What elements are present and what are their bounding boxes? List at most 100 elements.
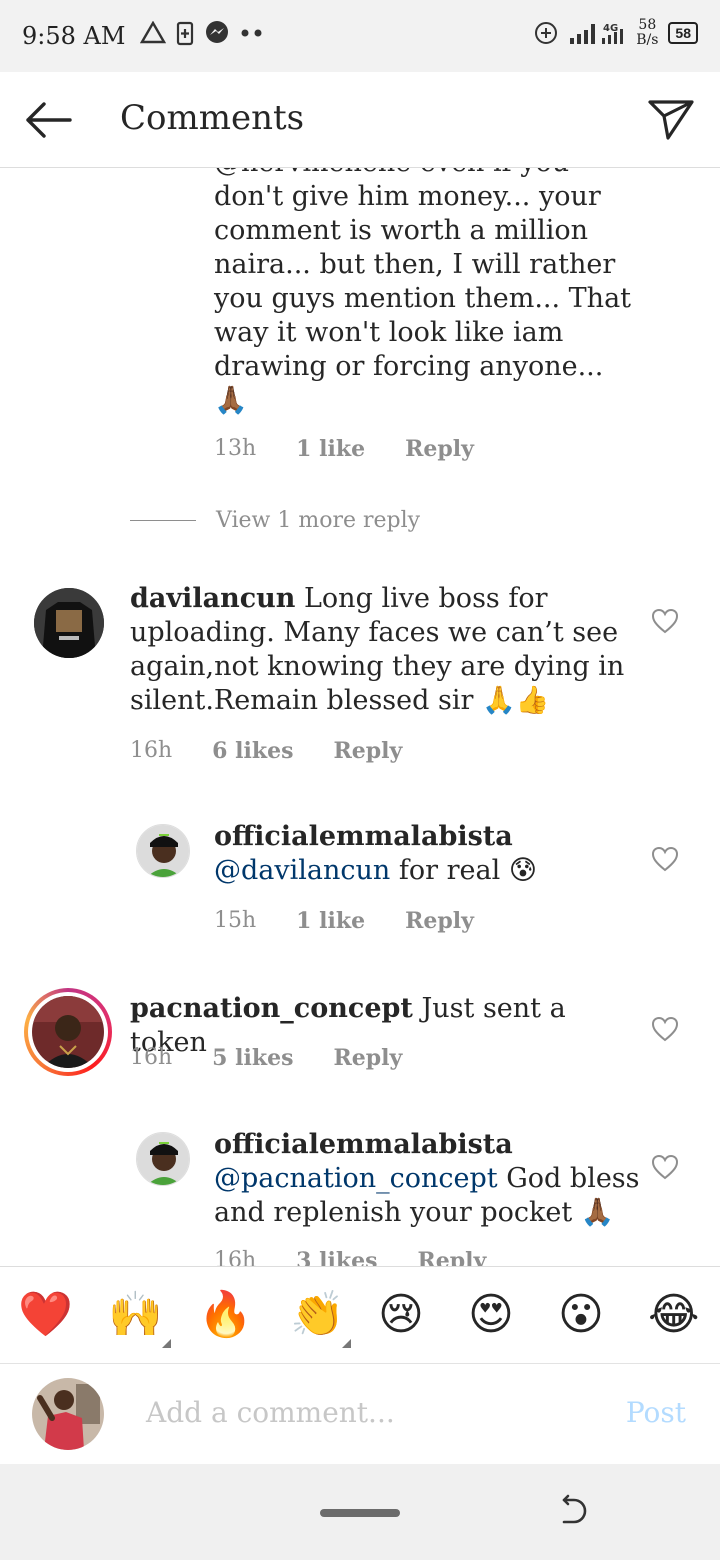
comment-meta: 16h 5 likes Reply	[130, 1045, 402, 1071]
comment-line: way it won't look like iam	[214, 317, 564, 348]
reply-button[interactable]: Reply	[405, 436, 474, 462]
emoji-quick-bar: ❤️ 🙌 🔥 👏 😢 😍 😮 😂	[0, 1266, 720, 1364]
messenger-icon	[206, 21, 228, 43]
heart-outline-icon[interactable]	[651, 1154, 679, 1180]
comment-username[interactable]: officialemmalabista	[214, 1128, 644, 1162]
more-dots-icon	[241, 29, 262, 37]
triangle-icon	[342, 1339, 351, 1348]
comment-likes[interactable]: 3 likes	[296, 1248, 377, 1266]
network-speed: 58 B/s	[636, 18, 658, 48]
comment-time: 15h	[214, 908, 257, 933]
comment-meta: 16h 6 likes Reply	[130, 738, 402, 764]
avatar-image	[32, 996, 104, 1068]
comment-emoji: 🙏👍	[482, 685, 550, 716]
network-speed-unit: B/s	[636, 32, 659, 48]
network-speed-value: 58	[638, 17, 657, 33]
emoji-raised-hands-button[interactable]: 🙌	[108, 1289, 163, 1341]
comment-likes[interactable]: 1 like	[296, 908, 365, 934]
comment-line: drawing or forcing anyone...	[214, 351, 604, 382]
avatar-image	[137, 825, 189, 877]
avatar[interactable]	[34, 588, 104, 658]
status-notification-icons	[140, 20, 264, 46]
comment-line: for real	[398, 855, 501, 886]
comment-line: silent.Remain blessed sir	[130, 685, 474, 716]
page-title: Comments	[120, 98, 305, 138]
comment-time: 16h	[130, 738, 173, 763]
comment-time: 16h	[214, 1248, 257, 1266]
avatar-ring-gap	[28, 992, 108, 1072]
emoji-heart-eyes-button[interactable]: 😍	[468, 1289, 514, 1341]
comment-partial-line: @nervinenene even if you	[214, 168, 674, 180]
heart-outline-icon[interactable]	[651, 846, 679, 872]
comment-likes[interactable]: 5 likes	[212, 1045, 293, 1071]
back-arrow-icon[interactable]	[20, 98, 76, 142]
add-comment-input[interactable]: Add a comment...	[146, 1396, 395, 1429]
reply-button[interactable]: Reply	[417, 1248, 486, 1266]
comment-line: naira... but then, I will rather	[214, 249, 616, 280]
comment-emoji: 🙏🏾	[214, 385, 248, 416]
comment-line: you guys mention them... That	[214, 283, 632, 314]
status-bar: 9:58 AM 4G 58 B/s 58	[0, 0, 720, 72]
status-system-icons: 4G 58 B/s 58	[534, 18, 698, 48]
reply-button[interactable]: Reply	[405, 908, 474, 934]
data-saver-icon	[535, 22, 558, 44]
comment-time: 13h	[214, 436, 257, 461]
comment-username[interactable]: pacnation_concept	[130, 993, 413, 1024]
emoji-fire-button[interactable]: 🔥	[198, 1289, 253, 1341]
comment-likes[interactable]: 6 likes	[212, 738, 293, 764]
comment-username[interactable]: davilancun	[130, 583, 295, 614]
heart-outline-icon[interactable]	[651, 608, 679, 634]
comment-line: again,not knowing they are dying in	[130, 651, 625, 682]
heart-outline-icon[interactable]	[651, 1016, 679, 1042]
comment-text: davilancun Long live boss for uploading.…	[130, 582, 630, 718]
emoji-surprised-button[interactable]: 😮	[558, 1289, 604, 1341]
comments-feed[interactable]: @nervinenene even if you don't give him …	[0, 168, 720, 1266]
avatar-image	[32, 1378, 104, 1450]
emoji-laughing-button[interactable]: 😂	[648, 1289, 699, 1341]
share-icon[interactable]	[646, 96, 696, 142]
battery-saver-icon	[176, 21, 194, 46]
comment-line: don't give him money... your	[214, 181, 601, 212]
comment-meta: 15h 1 like Reply	[214, 908, 474, 934]
alert-triangle-icon	[140, 21, 166, 44]
back-gesture-icon[interactable]	[558, 1494, 592, 1528]
emoji-crying-button[interactable]: 😢	[378, 1289, 424, 1341]
view-more-label[interactable]: View 1 more reply	[216, 508, 420, 533]
comment-line: Long live boss for	[304, 583, 548, 614]
emoji-clapping-button[interactable]: 👏	[290, 1289, 345, 1341]
comment-line: comment is worth a million	[214, 215, 589, 246]
system-nav-bar	[0, 1464, 720, 1560]
avatar-story-ring[interactable]	[24, 988, 112, 1076]
avatar[interactable]	[136, 1132, 190, 1186]
status-time: 9:58 AM	[22, 22, 126, 50]
avatar-image	[137, 1133, 189, 1185]
comment-meta: 16h 3 likes Reply	[214, 1248, 486, 1266]
avatar[interactable]	[136, 824, 190, 878]
signal-icon: 4G	[570, 23, 624, 44]
comment-text: don't give him money... your comment is …	[214, 180, 684, 418]
emoji-heart-button[interactable]: ❤️	[18, 1289, 73, 1341]
post-button[interactable]: Post	[626, 1396, 686, 1429]
battery-indicator: 58	[668, 22, 698, 44]
comment-text: officialemmalabista @davilancun for real…	[214, 820, 644, 888]
comment-time: 16h	[130, 1045, 173, 1070]
mention-link[interactable]: @davilancun	[214, 855, 390, 886]
comment-likes[interactable]: 1 like	[296, 436, 365, 462]
home-gesture-pill[interactable]	[320, 1509, 400, 1517]
comment-line: God bless	[506, 1163, 640, 1194]
comment-line: and replenish your pocket	[214, 1197, 573, 1228]
current-user-avatar	[32, 1378, 104, 1450]
avatar-image	[34, 588, 104, 658]
comment-emoji: 😰	[508, 855, 537, 886]
comment-text: officialemmalabista @pacnation_concept G…	[214, 1128, 644, 1230]
comment-meta: 13h 1 like Reply	[214, 436, 474, 462]
mention-link[interactable]: @pacnation_concept	[214, 1163, 498, 1194]
view-more-replies[interactable]: View 1 more reply	[130, 508, 420, 533]
triangle-icon	[162, 1339, 171, 1348]
app-header: Comments	[0, 72, 720, 168]
comment-composer: Add a comment... Post	[0, 1364, 720, 1464]
comment-emoji: 🙏🏾	[580, 1197, 615, 1228]
reply-button[interactable]: Reply	[333, 1045, 402, 1071]
reply-button[interactable]: Reply	[333, 738, 402, 764]
comment-username[interactable]: officialemmalabista	[214, 820, 644, 854]
